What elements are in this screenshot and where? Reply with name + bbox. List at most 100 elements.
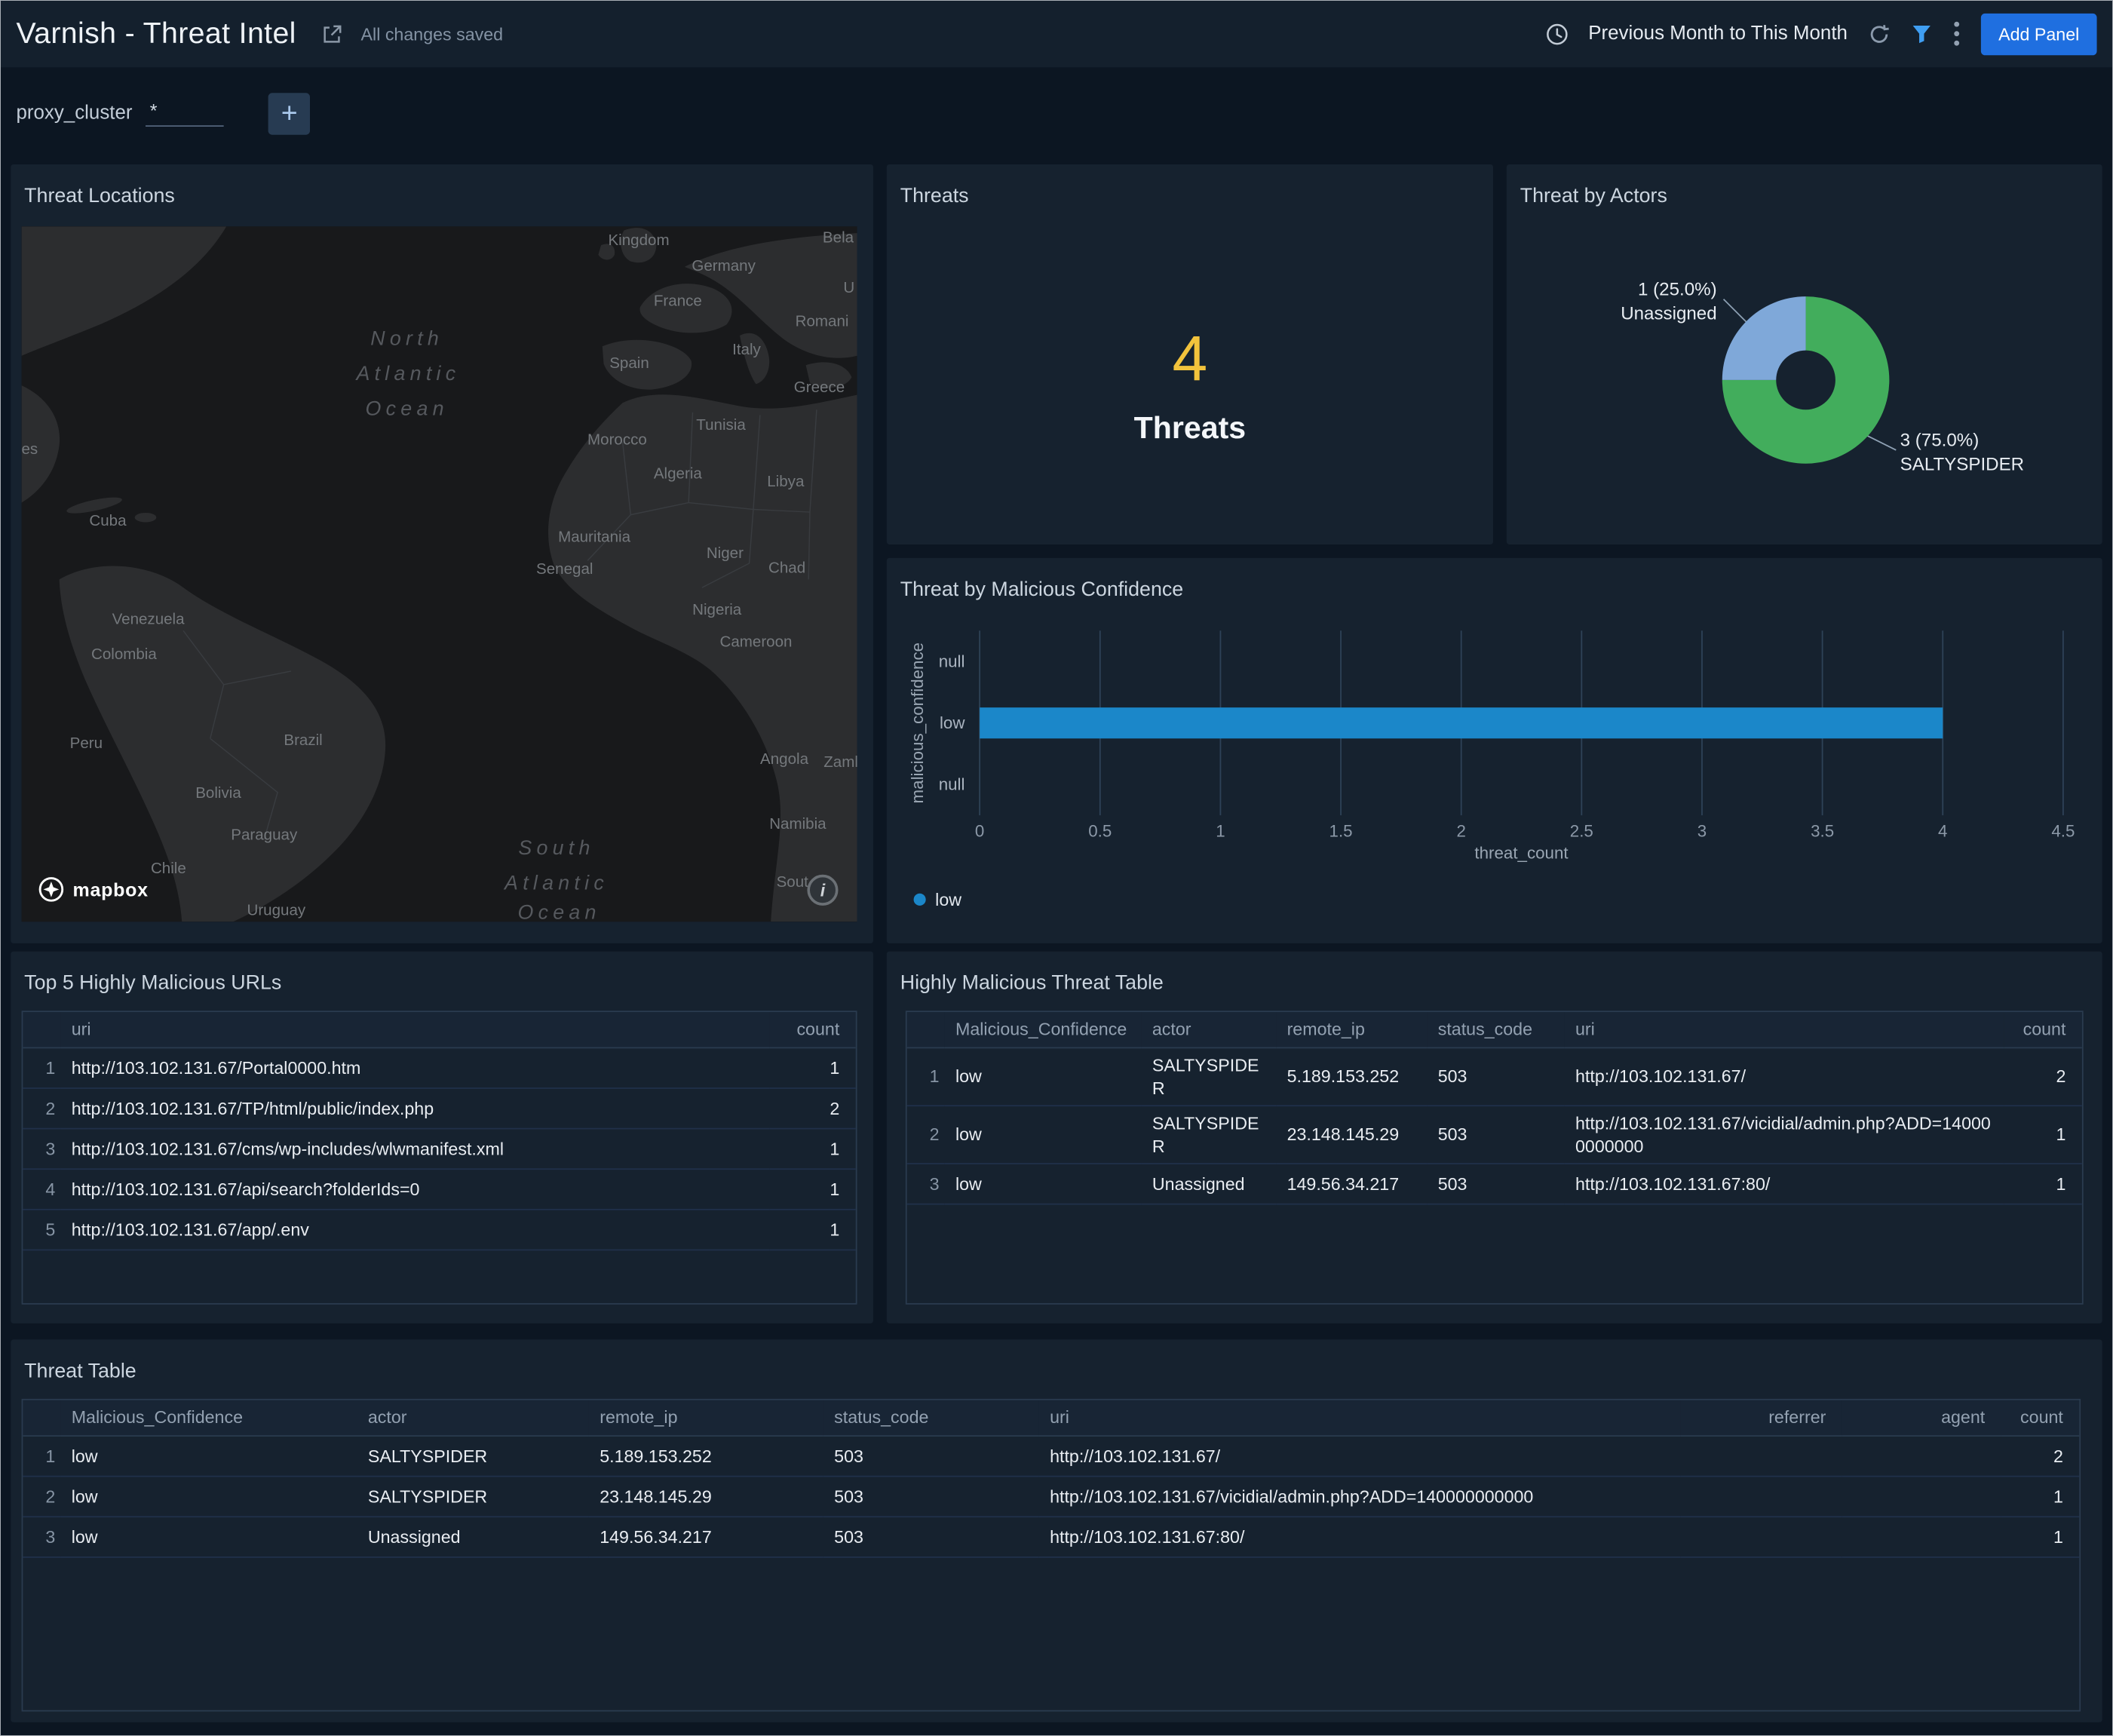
filter-value-input[interactable]: * [146, 100, 225, 127]
svg-text:Italy: Italy [732, 341, 761, 358]
threat-table[interactable]: Malicious_Confidence actor remote_ip status… [21, 1398, 2081, 1712]
cell-uri: http://103.102.131.67/ [1038, 1435, 1681, 1477]
column-header-agent[interactable]: agent [1842, 1400, 2001, 1437]
row-index: 3 [23, 1127, 61, 1170]
map-info-button[interactable]: i [807, 874, 839, 906]
column-header-uri[interactable]: uri [60, 1012, 770, 1048]
column-header-uri[interactable]: uri [1564, 1012, 2004, 1048]
column-header-status_code[interactable]: status_code [823, 1400, 1039, 1437]
table-row[interactable]: 1 low SALTYSPIDER 5.189.153.252 503 http://10… [23, 1435, 2080, 1477]
column-header-actor[interactable]: actor [357, 1400, 589, 1437]
row-index: 1 [906, 1047, 945, 1106]
table-row[interactable]: 3 low Unassigned 149.56.34.217 503 http://103… [23, 1516, 2080, 1557]
bar-low[interactable] [980, 707, 1943, 739]
chart-legend[interactable]: low [913, 889, 962, 910]
table-row[interactable]: 1 low SALTYSPIDER 5.189.153.252 503 http://10… [906, 1047, 2082, 1106]
legend-label: low [935, 889, 962, 910]
column-header-status_code[interactable]: status_code [1427, 1012, 1565, 1048]
donut-chart[interactable] [1507, 164, 2102, 544]
cell-actor: SALTYSPIDER [357, 1435, 589, 1477]
table-row[interactable]: 3 low Unassigned 149.56.34.217 503 http://103… [906, 1163, 2082, 1204]
refresh-icon[interactable] [1868, 22, 1891, 44]
cell-Malicious_Confidence: low [60, 1516, 357, 1557]
cell-count: 1 [2001, 1516, 2080, 1557]
svg-text:Kingdom: Kingdom [608, 232, 669, 249]
column-header-referrer[interactable]: referrer [1680, 1400, 1842, 1437]
svg-text:Cameroon: Cameroon [720, 633, 793, 651]
legend-dot [913, 893, 926, 906]
table-row[interactable]: 2 http://103.102.131.67/TP/html/public/in… [23, 1087, 856, 1129]
cell-Malicious_Confidence: low [60, 1475, 357, 1517]
svg-text:Atlantic: Atlantic [503, 871, 609, 894]
table-row[interactable]: 2 low SALTYSPIDER 23.148.145.29 503 http://10… [906, 1105, 2082, 1164]
table-row[interactable]: 2 low SALTYSPIDER 23.148.145.29 503 http://10… [23, 1475, 2080, 1517]
cell-remote_ip: 149.56.34.217 [588, 1516, 823, 1557]
mapbox-attribution-text: mapbox [72, 879, 149, 900]
svg-text:Ocean: Ocean [517, 901, 600, 922]
donut-annotation-unassigned: 1 (25.0%) Unassigned [1621, 278, 1716, 326]
kebab-menu-icon[interactable] [1952, 20, 1961, 48]
cell-Malicious_Confidence: low [60, 1435, 357, 1477]
cell-status_code: 503 [1427, 1047, 1565, 1106]
cell-count: 1 [769, 1168, 856, 1210]
row-index-header [906, 1012, 945, 1048]
svg-text:malicious_confidence: malicious_confidence [908, 643, 927, 803]
column-header-actor[interactable]: actor [1141, 1012, 1277, 1048]
svg-text:Nigeria: Nigeria [692, 601, 742, 618]
table-row[interactable]: 5 http://103.102.131.67/app/.env 1 [23, 1208, 856, 1250]
dashboard-title: Varnish - Threat Intel [16, 16, 296, 51]
filter-icon[interactable] [1911, 23, 1933, 44]
top-urls-table[interactable]: uri count 1 http://103.102.131.67/Portal000… [21, 1011, 857, 1305]
highly-malicious-threat-table[interactable]: Malicious_Confidence actor remote_ip status… [905, 1011, 2084, 1305]
table-row[interactable]: 1 http://103.102.131.67/Portal0000.htm 1 [23, 1047, 856, 1088]
column-header-count[interactable]: count [769, 1012, 856, 1048]
row-index-header [23, 1400, 61, 1437]
cell-agent [1842, 1435, 2001, 1477]
cell-uri: http://103.102.131.67/ [1564, 1047, 2004, 1106]
table-row[interactable]: 3 http://103.102.131.67/cms/wp-includes/w… [23, 1127, 856, 1170]
svg-text:Chile: Chile [151, 860, 186, 877]
svg-text:Atlantic: Atlantic [354, 362, 460, 385]
clock-icon [1545, 22, 1568, 44]
svg-text:Niger: Niger [707, 544, 744, 562]
cell-count: 1 [2004, 1105, 2082, 1164]
cell-uri: http://103.102.131.67/Portal0000.htm [60, 1047, 770, 1088]
svg-text:Zaml: Zaml [823, 753, 857, 771]
time-range-selector[interactable]: Previous Month to This Month [1588, 23, 1848, 44]
cell-agent [1842, 1516, 2001, 1557]
column-header-remote_ip[interactable]: remote_ip [1276, 1012, 1428, 1048]
header-actions: Previous Month to This Month Add Panel [1545, 12, 2097, 55]
svg-text:Venezuela: Venezuela [112, 610, 186, 627]
donut-annotation-saltyspider: 3 (75.0%) SALTYSPIDER [1900, 428, 2024, 477]
column-header-count[interactable]: count [2001, 1400, 2080, 1437]
svg-text:threat_count: threat_count [1474, 843, 1569, 862]
cell-referrer [1680, 1435, 1842, 1477]
svg-text:0: 0 [975, 822, 984, 841]
mapbox-logo[interactable]: mapbox [38, 876, 149, 903]
map-canvas[interactable]: North Atlantic Ocean South Atlantic Ocean Kin… [21, 226, 857, 922]
table-row[interactable]: 4 http://103.102.131.67/api/search?folder… [23, 1168, 856, 1210]
cell-count: 1 [769, 1127, 856, 1170]
svg-text:Libya: Libya [767, 473, 805, 490]
svg-text:Tunisia: Tunisia [696, 416, 746, 434]
add-panel-button[interactable]: Add Panel [1980, 12, 2097, 55]
svg-text:4: 4 [1938, 822, 1947, 841]
donut-slice-unassigned[interactable] [1722, 296, 1806, 380]
add-filter-button[interactable]: + [268, 92, 311, 134]
bar-chart[interactable]: 0 0.5 1 1.5 2 2.5 3 3.5 4 4.5 null low null threat_co… [887, 558, 2102, 943]
row-index: 3 [906, 1163, 945, 1204]
cell-remote_ip: 5.189.153.252 [1276, 1047, 1428, 1106]
panel-threat-by-actors: Threat by Actors 1 (25.0%) Unassigned 3 … [1506, 164, 2102, 544]
svg-text:0.5: 0.5 [1088, 822, 1112, 841]
dashboard-header: Varnish - Threat Intel All changes saved… [0, 0, 2113, 68]
cell-remote_ip: 23.148.145.29 [1276, 1105, 1428, 1164]
share-icon[interactable] [320, 22, 343, 44]
threats-value: 4 [1172, 322, 1208, 394]
svg-text:low: low [940, 713, 965, 732]
column-header-count[interactable]: count [2004, 1012, 2082, 1048]
column-header-uri[interactable]: uri [1038, 1400, 1681, 1437]
column-header-remote_ip[interactable]: remote_ip [588, 1400, 823, 1437]
column-header-Malicious_Confidence[interactable]: Malicious_Confidence [944, 1012, 1142, 1048]
cell-count: 2 [2004, 1047, 2082, 1106]
column-header-Malicious_Confidence[interactable]: Malicious_Confidence [60, 1400, 357, 1437]
